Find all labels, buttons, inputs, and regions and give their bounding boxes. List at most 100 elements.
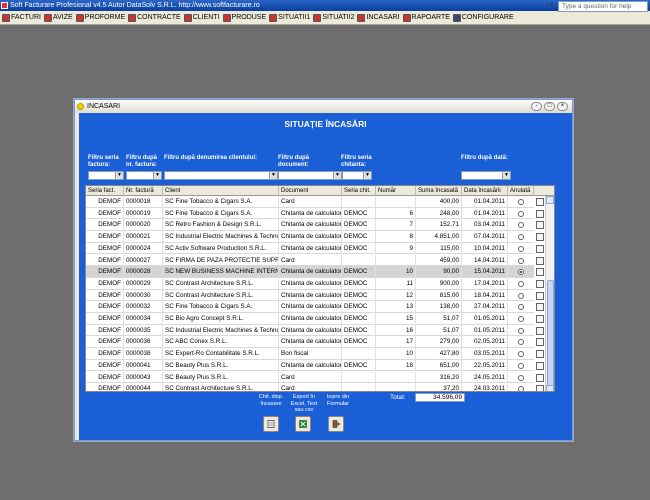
table-row[interactable]: DEMOF 0000043 SC Beauty Plus S.R.L. Card 316… — [86, 371, 554, 384]
table-row[interactable]: DEMOF 0000038 SC Expert-Ro Contabilitate S… — [86, 348, 554, 360]
column-header[interactable]: Document — [279, 186, 342, 196]
menu-item-situatii1[interactable]: SITUATII1 — [269, 13, 310, 22]
anulata-radio[interactable] — [518, 351, 524, 358]
edit-document-icon[interactable] — [536, 338, 544, 347]
menu-item-avize[interactable]: AVIZE — [43, 13, 73, 22]
edit-document-icon[interactable] — [536, 279, 544, 288]
scrollbar-thumb[interactable] — [547, 280, 554, 388]
export-action-label: Export în Excel, Text sau csv — [290, 394, 318, 413]
table-row[interactable]: DEMOF 0000034 SC Bio Agro Concept S.R.L. Ch… — [86, 313, 554, 325]
edit-document-icon[interactable] — [536, 373, 544, 382]
anulata-radio[interactable] — [518, 210, 524, 217]
filter-nr-factura-combo[interactable]: ▼ — [126, 171, 162, 180]
table-row[interactable]: DEMOF 0000032 SC Fine Tobacco & Cigars S.A… — [86, 301, 554, 313]
chevron-down-icon[interactable]: ▼ — [115, 172, 123, 179]
anulata-radio[interactable] — [518, 316, 524, 322]
maximize-button[interactable]: □ — [544, 102, 555, 111]
edit-document-icon[interactable] — [536, 361, 544, 370]
menu-item-incasari[interactable]: INCASARI — [357, 13, 400, 22]
anulata-radio[interactable] — [518, 269, 524, 276]
table-row[interactable]: DEMOF 0000030 SC Contrast Architecture S.R… — [86, 289, 554, 302]
table-cell: DEMOF — [86, 231, 124, 243]
anulata-radio[interactable] — [518, 304, 524, 311]
anulata-radio[interactable] — [518, 386, 524, 391]
edit-document-icon[interactable] — [536, 233, 544, 242]
table-row[interactable]: DEMOF 0000021 SC Industrial Electric Machi… — [86, 231, 554, 243]
chevron-down-icon[interactable]: ▼ — [502, 172, 510, 179]
table-row[interactable]: DEMOF 0000018 SC Fine Tobacco & Cigars S.A… — [86, 196, 554, 208]
menu-item-clienti[interactable]: CLIENTI — [183, 13, 220, 22]
export-button[interactable] — [295, 416, 311, 432]
table-row[interactable]: DEMOF 0000036 SC ABC Conex S.R.L. Chitanta … — [86, 336, 554, 349]
column-header[interactable]: Anulată — [508, 186, 534, 196]
anulata-radio[interactable] — [518, 245, 524, 252]
menu-item-rapoarte[interactable]: RAPOARTE — [402, 13, 450, 22]
table-cell: 115,00 — [416, 242, 462, 255]
table-row[interactable]: DEMOF 0000020 SC Retro Fashion & Design S.… — [86, 219, 554, 232]
edit-document-icon[interactable] — [536, 385, 544, 391]
minimize-button[interactable]: - — [531, 102, 542, 111]
edit-document-icon[interactable] — [536, 326, 544, 335]
table-row[interactable]: DEMOF 0000019 SC Fine Tobacco & Cigars S.A… — [86, 207, 554, 220]
filter-data-combo[interactable]: ▼ — [461, 171, 511, 180]
table-cell: 0000028 — [124, 266, 163, 278]
column-header[interactable]: Seria chit. — [342, 186, 376, 196]
column-header[interactable]: Nr. factură — [124, 186, 163, 196]
edit-document-icon[interactable] — [536, 221, 544, 230]
chevron-down-icon[interactable]: ▼ — [269, 172, 277, 179]
anulata-radio[interactable] — [518, 222, 524, 229]
menu-item-contracte[interactable]: CONTRACTE — [128, 13, 181, 22]
menu-item-situatii2[interactable]: SITUATII2 — [313, 13, 354, 22]
table-row[interactable]: DEMOF 0000029 SC Contrast Architecture S.R… — [86, 277, 554, 290]
chevron-down-icon[interactable]: ▼ — [153, 172, 161, 179]
scroll-up-icon[interactable] — [546, 196, 554, 204]
edit-document-icon[interactable] — [536, 209, 544, 218]
table-row[interactable]: DEMOF 0000028 SC NEW BUSINESS MACHINE INTE… — [86, 266, 554, 278]
exit-button[interactable] — [328, 416, 344, 432]
anulata-radio[interactable] — [518, 199, 524, 205]
edit-document-icon[interactable] — [536, 244, 544, 253]
receipt-button[interactable] — [263, 416, 279, 432]
column-header[interactable]: Suma încasată — [416, 186, 462, 196]
vertical-scrollbar[interactable] — [545, 196, 554, 391]
close-button[interactable]: × — [557, 102, 568, 111]
anulata-radio[interactable] — [518, 280, 524, 287]
filter-document-combo[interactable]: ▼ — [278, 171, 342, 180]
chevron-down-icon[interactable]: ▼ — [363, 172, 371, 179]
menu-item-configurare[interactable]: CONFIGURARE — [452, 13, 514, 22]
menu-item-produse[interactable]: PRODUSE — [222, 13, 266, 22]
table-row[interactable]: DEMOF 0000024 SC Activ Software Production… — [86, 242, 554, 255]
scroll-down-icon[interactable] — [546, 385, 554, 391]
anulata-radio[interactable] — [518, 327, 524, 334]
anulata-radio[interactable] — [518, 362, 524, 369]
table-row[interactable]: DEMOF 0000044 SC Contrast Architecture S.R… — [86, 383, 554, 391]
filter-serie-chitanta-combo[interactable]: ▼ — [342, 171, 372, 180]
anulata-radio[interactable] — [518, 339, 524, 346]
edit-document-icon[interactable] — [536, 198, 544, 206]
anulata-radio[interactable] — [518, 292, 524, 299]
edit-document-icon[interactable] — [536, 291, 544, 300]
edit-document-icon[interactable] — [536, 303, 544, 312]
help-search-input[interactable]: Type a question for help — [558, 1, 648, 12]
anulata-radio[interactable] — [518, 257, 524, 264]
column-header[interactable]: Client — [163, 186, 279, 196]
column-header[interactable]: Număr — [376, 186, 416, 196]
column-header[interactable]: Seria fact. — [86, 186, 124, 196]
edit-document-icon[interactable] — [536, 315, 544, 323]
edit-document-icon[interactable] — [536, 350, 544, 359]
filter-client-combo[interactable]: ▼ — [164, 171, 278, 180]
edit-document-icon[interactable] — [536, 268, 544, 277]
table-row[interactable]: DEMOF 0000027 SC FIRMA DE PAZA PROTECTIE S… — [86, 254, 554, 267]
table-row[interactable]: DEMOF 0000041 SC Beauty Plus S.R.L. Chitant… — [86, 359, 554, 372]
filter-serie-factura-combo[interactable]: ▼ — [88, 171, 124, 180]
menu-item-facturi[interactable]: FACTURI — [2, 13, 41, 22]
table-cell: DEMOF — [86, 336, 124, 349]
anulata-radio[interactable] — [518, 234, 524, 241]
anulata-radio[interactable] — [518, 374, 524, 381]
chevron-down-icon[interactable]: ▼ — [333, 172, 341, 179]
mdi-window-controls[interactable]: - ▫ × — [541, 2, 554, 9]
edit-document-icon[interactable] — [536, 256, 544, 265]
menu-item-proforme[interactable]: PROFORME — [75, 13, 125, 22]
table-row[interactable]: DEMOF 0000035 SC Industrial Electric Machi… — [86, 324, 554, 337]
column-header[interactable]: Data încasării — [462, 186, 508, 196]
